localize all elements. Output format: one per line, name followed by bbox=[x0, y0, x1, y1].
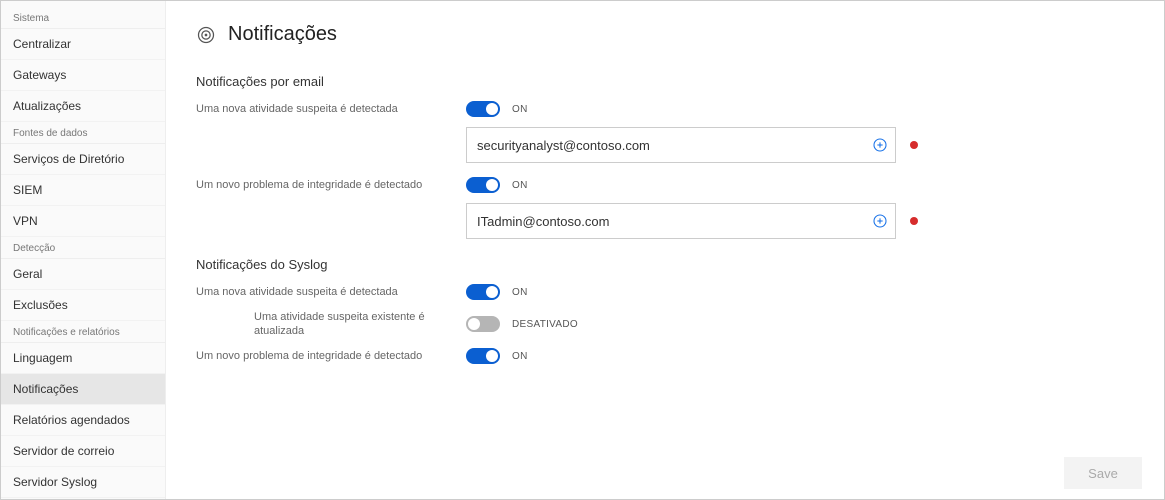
syslog-suspicious-toggle[interactable] bbox=[466, 284, 500, 300]
add-icon[interactable] bbox=[870, 211, 890, 231]
syslog-updated-label: Uma atividade suspeita existente é atual… bbox=[196, 310, 466, 338]
syslog-updated-toggle[interactable] bbox=[466, 316, 500, 332]
save-button[interactable]: Save bbox=[1064, 457, 1142, 489]
syslog-updated-row: Uma atividade suspeita existente é atual… bbox=[196, 310, 1134, 338]
sidebar-header: Fontes de dados bbox=[1, 122, 165, 144]
sidebar-item[interactable]: Geral bbox=[1, 259, 165, 290]
syslog-updated-state: DESATIVADO bbox=[512, 319, 578, 330]
email-suspicious-row: Uma nova atividade suspeita é detectada … bbox=[196, 101, 1134, 117]
sidebar-item[interactable]: Centralizar bbox=[1, 29, 165, 60]
sidebar-item[interactable]: VPN bbox=[1, 206, 165, 237]
email-health-input-row bbox=[466, 203, 1134, 239]
sidebar-header: Detecção bbox=[1, 237, 165, 259]
sidebar-item[interactable]: Notificações bbox=[1, 374, 165, 405]
sidebar-item[interactable]: Atualizações bbox=[1, 91, 165, 122]
page-title: Notificações bbox=[228, 23, 337, 46]
email-health-toggle[interactable] bbox=[466, 177, 500, 193]
add-icon[interactable] bbox=[870, 135, 890, 155]
sidebar-header: Notificações e relatórios bbox=[1, 321, 165, 343]
sidebar-item[interactable]: Exclusões bbox=[1, 290, 165, 321]
syslog-suspicious-state: ON bbox=[512, 287, 528, 298]
email-section-title: Notificações por email bbox=[196, 74, 1134, 89]
sidebar-header: Sistema bbox=[1, 7, 165, 29]
syslog-suspicious-label: Uma nova atividade suspeita é detectada bbox=[196, 285, 466, 299]
email-suspicious-input-row bbox=[466, 127, 1134, 163]
syslog-health-state: ON bbox=[512, 351, 528, 362]
email-suspicious-toggle[interactable] bbox=[466, 101, 500, 117]
syslog-health-label: Um novo problema de integridade é detect… bbox=[196, 349, 466, 363]
sidebar-item[interactable]: SIEM bbox=[1, 175, 165, 206]
email-health-state: ON bbox=[512, 180, 528, 191]
email-health-row: Um novo problema de integridade é detect… bbox=[196, 177, 1134, 193]
notifications-icon bbox=[196, 25, 216, 45]
sidebar-item[interactable]: Linguagem bbox=[1, 343, 165, 374]
sidebar-item[interactable]: Relatórios agendados bbox=[1, 405, 165, 436]
email-health-label: Um novo problema de integridade é detect… bbox=[196, 178, 466, 192]
email-suspicious-label: Uma nova atividade suspeita é detectada bbox=[196, 102, 466, 116]
page-header: Notificações bbox=[196, 23, 1134, 46]
syslog-health-toggle[interactable] bbox=[466, 348, 500, 364]
sidebar: SistemaCentralizarGatewaysAtualizaçõesFo… bbox=[1, 1, 166, 499]
syslog-health-row: Um novo problema de integridade é detect… bbox=[196, 348, 1134, 364]
email-suspicious-input[interactable] bbox=[466, 127, 896, 163]
sidebar-item[interactable]: Gateways bbox=[1, 60, 165, 91]
sidebar-item[interactable]: Serviços de Diretório bbox=[1, 144, 165, 175]
sidebar-item[interactable]: Servidor Syslog bbox=[1, 467, 165, 498]
email-suspicious-state: ON bbox=[512, 104, 528, 115]
sidebar-item[interactable]: Servidor de correio bbox=[1, 436, 165, 467]
syslog-suspicious-row: Uma nova atividade suspeita é detectada … bbox=[196, 284, 1134, 300]
sidebar-header: Diversos bbox=[1, 498, 165, 499]
syslog-section-title: Notificações do Syslog bbox=[196, 257, 1134, 272]
email-health-input[interactable] bbox=[466, 203, 896, 239]
main-content: Notificações Notificações por email Uma … bbox=[166, 1, 1164, 499]
validation-dot bbox=[910, 217, 918, 225]
validation-dot bbox=[910, 141, 918, 149]
